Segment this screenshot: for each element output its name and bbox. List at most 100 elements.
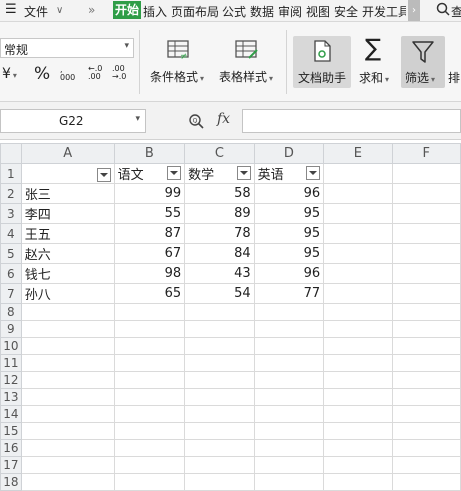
cell-empty[interactable] bbox=[184, 320, 255, 338]
cell-name[interactable]: 钱七 bbox=[20, 263, 115, 284]
cell-empty[interactable] bbox=[253, 354, 325, 372]
row-header[interactable]: 13 bbox=[0, 388, 22, 406]
row-header[interactable]: 18 bbox=[0, 473, 22, 491]
row-header[interactable]: 8 bbox=[0, 303, 22, 321]
column-header-b[interactable]: B bbox=[113, 143, 186, 164]
cell-empty[interactable] bbox=[113, 405, 186, 423]
cell-english[interactable]: 95 bbox=[253, 203, 325, 224]
cell-empty[interactable] bbox=[184, 439, 255, 457]
cell-empty[interactable] bbox=[184, 303, 255, 321]
tab-view[interactable]: 视图 bbox=[306, 3, 330, 20]
cell-empty[interactable] bbox=[184, 354, 255, 372]
cell-empty[interactable] bbox=[113, 456, 186, 474]
sum-button[interactable]: ∑ 求和 ▾ bbox=[357, 34, 397, 88]
sort-button[interactable]: 排 bbox=[448, 36, 461, 88]
row-header[interactable]: 5 bbox=[0, 243, 22, 264]
cell-empty[interactable] bbox=[184, 337, 255, 355]
cell-c1[interactable]: 数学 bbox=[184, 163, 255, 184]
cell-empty[interactable] bbox=[20, 320, 115, 338]
cell-empty[interactable] bbox=[323, 320, 393, 338]
cell-math[interactable]: 58 bbox=[184, 183, 255, 204]
cell-empty[interactable] bbox=[391, 456, 461, 474]
formula-input[interactable] bbox=[242, 109, 461, 133]
filter-dropdown-icon[interactable] bbox=[306, 166, 321, 180]
cell-name[interactable]: 王五 bbox=[20, 223, 115, 244]
cell-empty[interactable] bbox=[323, 354, 393, 372]
cell-empty[interactable] bbox=[323, 422, 393, 440]
cell-empty[interactable] bbox=[391, 283, 461, 304]
cell-chinese[interactable]: 87 bbox=[113, 223, 186, 244]
row-header[interactable]: 16 bbox=[0, 439, 22, 457]
cell-empty[interactable] bbox=[184, 371, 255, 389]
cell-empty[interactable] bbox=[391, 405, 461, 423]
cell-empty[interactable] bbox=[253, 473, 325, 491]
row-header[interactable]: 12 bbox=[0, 371, 22, 389]
number-format-select[interactable]: 常规 ▾ bbox=[0, 38, 134, 58]
row-header[interactable]: 14 bbox=[0, 405, 22, 423]
cell-empty[interactable] bbox=[391, 371, 461, 389]
cell-empty[interactable] bbox=[253, 405, 325, 423]
cell-empty[interactable] bbox=[20, 473, 115, 491]
row-header[interactable]: 9 bbox=[0, 320, 22, 338]
cell-english[interactable]: 77 bbox=[253, 283, 325, 304]
cell-math[interactable]: 54 bbox=[184, 283, 255, 304]
cell-empty[interactable] bbox=[184, 473, 255, 491]
filter-button[interactable]: 筛选 ▾ bbox=[401, 36, 445, 88]
tab-formula[interactable]: 公式 bbox=[222, 3, 246, 20]
cell-chinese[interactable]: 99 bbox=[113, 183, 186, 204]
cell-empty[interactable] bbox=[323, 456, 393, 474]
zoom-icon[interactable]: Q bbox=[188, 113, 204, 132]
cell-empty[interactable] bbox=[20, 456, 115, 474]
thousands-separator-button[interactable]: , 000 bbox=[60, 66, 75, 82]
cell-empty[interactable] bbox=[391, 473, 461, 491]
cell-empty[interactable] bbox=[184, 405, 255, 423]
cell-empty[interactable] bbox=[323, 337, 393, 355]
cell-empty[interactable] bbox=[391, 203, 461, 224]
cell-empty[interactable] bbox=[20, 422, 115, 440]
cell-english[interactable]: 96 bbox=[253, 263, 325, 284]
cell-empty[interactable] bbox=[323, 203, 393, 224]
cell-empty[interactable] bbox=[391, 354, 461, 372]
cell-empty[interactable] bbox=[323, 223, 393, 244]
cell-english[interactable]: 95 bbox=[253, 243, 325, 264]
table-style-button[interactable]: 表格样式 ▾ bbox=[216, 28, 278, 90]
cell-empty[interactable] bbox=[113, 371, 186, 389]
column-header-e[interactable]: E bbox=[323, 143, 393, 164]
cell-empty[interactable] bbox=[391, 320, 461, 338]
filter-dropdown-icon[interactable] bbox=[96, 167, 111, 182]
tab-page-layout[interactable]: 页面布局 bbox=[171, 3, 219, 20]
cell-empty[interactable] bbox=[391, 422, 461, 440]
cell-empty[interactable] bbox=[323, 183, 393, 204]
row-header[interactable]: 15 bbox=[0, 422, 22, 440]
tab-security[interactable]: 安全 bbox=[334, 3, 358, 20]
name-box[interactable]: G22 ▾ bbox=[0, 109, 146, 133]
cell-empty[interactable] bbox=[323, 263, 393, 284]
cell-empty[interactable] bbox=[113, 439, 186, 457]
row-header[interactable]: 6 bbox=[0, 263, 22, 284]
row-header[interactable]: 10 bbox=[0, 337, 22, 355]
cell-name[interactable]: 李四 bbox=[20, 203, 115, 224]
cell-name[interactable]: 孙八 bbox=[20, 283, 115, 304]
row-header[interactable]: 7 bbox=[0, 283, 22, 304]
cell-empty[interactable] bbox=[113, 422, 186, 440]
cell-chinese[interactable]: 55 bbox=[113, 203, 186, 224]
cell-empty[interactable] bbox=[20, 439, 115, 457]
cell-empty[interactable] bbox=[20, 354, 115, 372]
cell-empty[interactable] bbox=[391, 183, 461, 204]
increase-decimal-button[interactable]: ←.0.00 bbox=[88, 65, 102, 81]
cell-chinese[interactable]: 67 bbox=[113, 243, 186, 264]
cell-empty[interactable] bbox=[113, 337, 186, 355]
cell-math[interactable]: 84 bbox=[184, 243, 255, 264]
cell-empty[interactable] bbox=[113, 388, 186, 406]
column-header-c[interactable]: C bbox=[184, 143, 255, 164]
column-header-d[interactable]: D bbox=[253, 143, 325, 164]
tab-developer[interactable]: 开发工具 bbox=[362, 3, 406, 20]
cell-empty[interactable] bbox=[113, 473, 186, 491]
doc-assistant-button[interactable]: 文档助手 bbox=[293, 36, 351, 88]
row-header[interactable]: 2 bbox=[0, 183, 22, 204]
cell-name[interactable]: 赵六 bbox=[20, 243, 115, 264]
cell-empty[interactable] bbox=[184, 388, 255, 406]
cell-f1[interactable] bbox=[391, 163, 461, 184]
cell-empty[interactable] bbox=[391, 337, 461, 355]
cell-empty[interactable] bbox=[253, 388, 325, 406]
